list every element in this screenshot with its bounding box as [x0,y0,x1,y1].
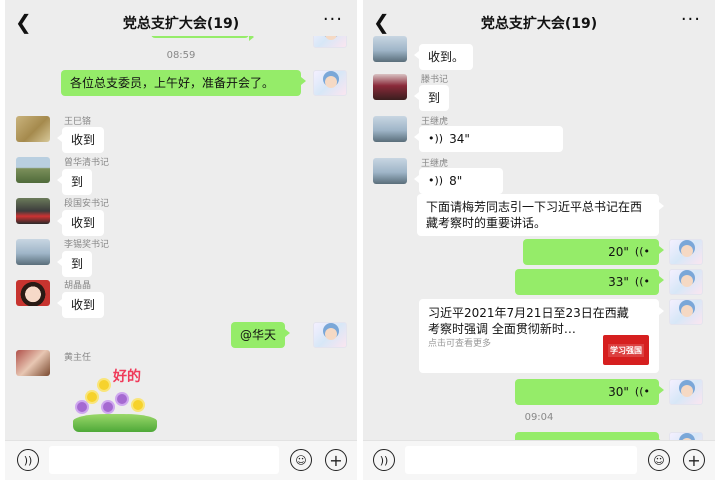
self-avatar[interactable] [669,299,703,325]
self-message-bubble[interactable]: 各位总支委员，上午好，准备开会了。 [61,70,306,96]
voice-duration: 30" [608,385,629,399]
chat-screen-right: ❮ 党总支扩大会(19) ··· 收到。 滕书记 到 王继虎 •)) 34" 王… [363,0,715,480]
member-avatar[interactable] [373,158,407,184]
self-avatar[interactable] [669,432,703,440]
self-avatar[interactable] [669,269,703,295]
flower-sticker[interactable]: 好的 [69,366,161,432]
article-subtitle: 点击可查看更多 [428,339,492,349]
timestamp: 08:59 [166,50,196,61]
grass-decoration [73,414,157,432]
self-avatar[interactable] [313,70,347,96]
member-avatar[interactable] [373,74,407,100]
sender-name: 曾华清书记 [64,158,110,168]
message-bubble[interactable]: 到 [413,85,450,111]
voice-duration: 34" [449,132,470,146]
self-avatar[interactable] [313,36,347,48]
sticker-text: 好的 [113,369,141,385]
flower-icon [117,394,127,404]
voice-message-bubble[interactable]: 30" ((• [515,379,664,405]
message-list[interactable]: 收到。 滕书记 到 王继虎 •)) 34" 王继虎 •)) 8" 下面请梅芳同志… [363,36,715,440]
member-avatar[interactable] [373,36,407,62]
article-title: 习近平2021年7月21日至23日在西藏考察时强调 全面贯彻新时… [428,306,629,336]
flower-icon [103,402,113,412]
message-bubble[interactable]: 到 [56,169,93,195]
plus-icon[interactable]: + [683,449,705,471]
voice-input-icon[interactable]: )) [373,449,395,471]
voice-wave-icon: ((• [634,245,650,258]
flower-icon [99,380,109,390]
member-avatar[interactable] [16,157,50,183]
article-card[interactable]: 习近平2021年7月21日至23日在西藏考察时强调 全面贯彻新时… 点击可查看更… [419,299,664,373]
voice-message-bubble[interactable]: •)) 8" [414,168,503,194]
message-bubble[interactable]: 收到 [56,127,105,153]
notice-text: 下面请梅芳同志引一下习近平总书记在西藏考察时的重要讲话。 [426,200,643,230]
more-options-icon[interactable]: ··· [681,9,701,30]
member-avatar[interactable] [373,116,407,142]
flower-icon [133,400,143,410]
self-avatar[interactable] [313,322,347,348]
sender-name: 段国安书记 [64,199,110,209]
self-avatar[interactable] [669,379,703,405]
emoji-icon[interactable]: ☺ [290,449,312,471]
xuexi-logo: 学习强国 [603,335,649,365]
voice-wave-icon: •)) [428,174,444,187]
message-bubble[interactable]: 收到。 [413,44,474,70]
voice-message-bubble[interactable]: 33" ((• [515,269,664,295]
member-avatar[interactable] [16,116,50,142]
voice-message-bubble[interactable]: •)) 34" [414,126,563,152]
member-avatar[interactable] [16,350,50,376]
self-avatar[interactable] [669,239,703,265]
voice-duration: 20" [608,245,629,259]
plus-icon[interactable]: + [325,449,347,471]
chat-screen-left: ❮ 党总支扩大会(19) ··· 08:59 各位总支委员，上午好，准备开会了。… [5,0,357,480]
message-bubble[interactable]: 收到 [56,210,105,236]
sender-name: 胡晶晶 [64,281,92,291]
partial-message-bubble[interactable] [151,36,254,41]
member-avatar[interactable] [16,198,50,224]
message-bubble[interactable]: 收到 [56,292,105,318]
more-options-icon[interactable]: ··· [323,9,343,30]
sender-name: 黄主任 [64,353,92,363]
message-list[interactable]: 08:59 各位总支委员，上午好，准备开会了。 王巳铬 收到 曾华清书记 到 段… [5,36,357,440]
flower-icon [77,402,87,412]
flower-icon [87,392,97,402]
voice-duration: 33" [608,275,629,289]
member-avatar[interactable] [16,280,50,306]
member-avatar[interactable] [16,239,50,265]
message-bubble[interactable]: 到 [56,251,93,277]
voice-wave-icon: ((• [634,385,650,398]
input-bar: )) ☺ + [363,440,715,480]
message-input[interactable] [49,446,279,474]
message-input[interactable] [405,446,637,474]
chat-title: 党总支扩大会(19) [122,16,240,32]
chat-title: 党总支扩大会(19) [480,16,598,32]
voice-wave-icon: •)) [428,132,444,145]
voice-message-bubble[interactable]: 20" ((• [523,239,664,265]
mention-message-bubble[interactable]: @华天 [231,322,291,348]
emoji-icon[interactable]: ☺ [648,449,670,471]
notice-message-bubble[interactable]: 下面请梅芳同志引一下习近平总书记在西藏考察时的重要讲话。 [417,194,664,236]
voice-input-icon[interactable]: )) [17,449,39,471]
input-bar: )) ☺ + [5,440,357,480]
timestamp: 09:04 [524,412,554,423]
partial-message-bubble[interactable] [515,432,664,440]
voice-duration: 8" [449,174,463,188]
sender-name: 王巳铬 [64,117,92,127]
sender-name: 滕书记 [421,75,449,85]
sender-name: 李锡奖书记 [64,240,110,250]
voice-wave-icon: ((• [634,275,650,288]
